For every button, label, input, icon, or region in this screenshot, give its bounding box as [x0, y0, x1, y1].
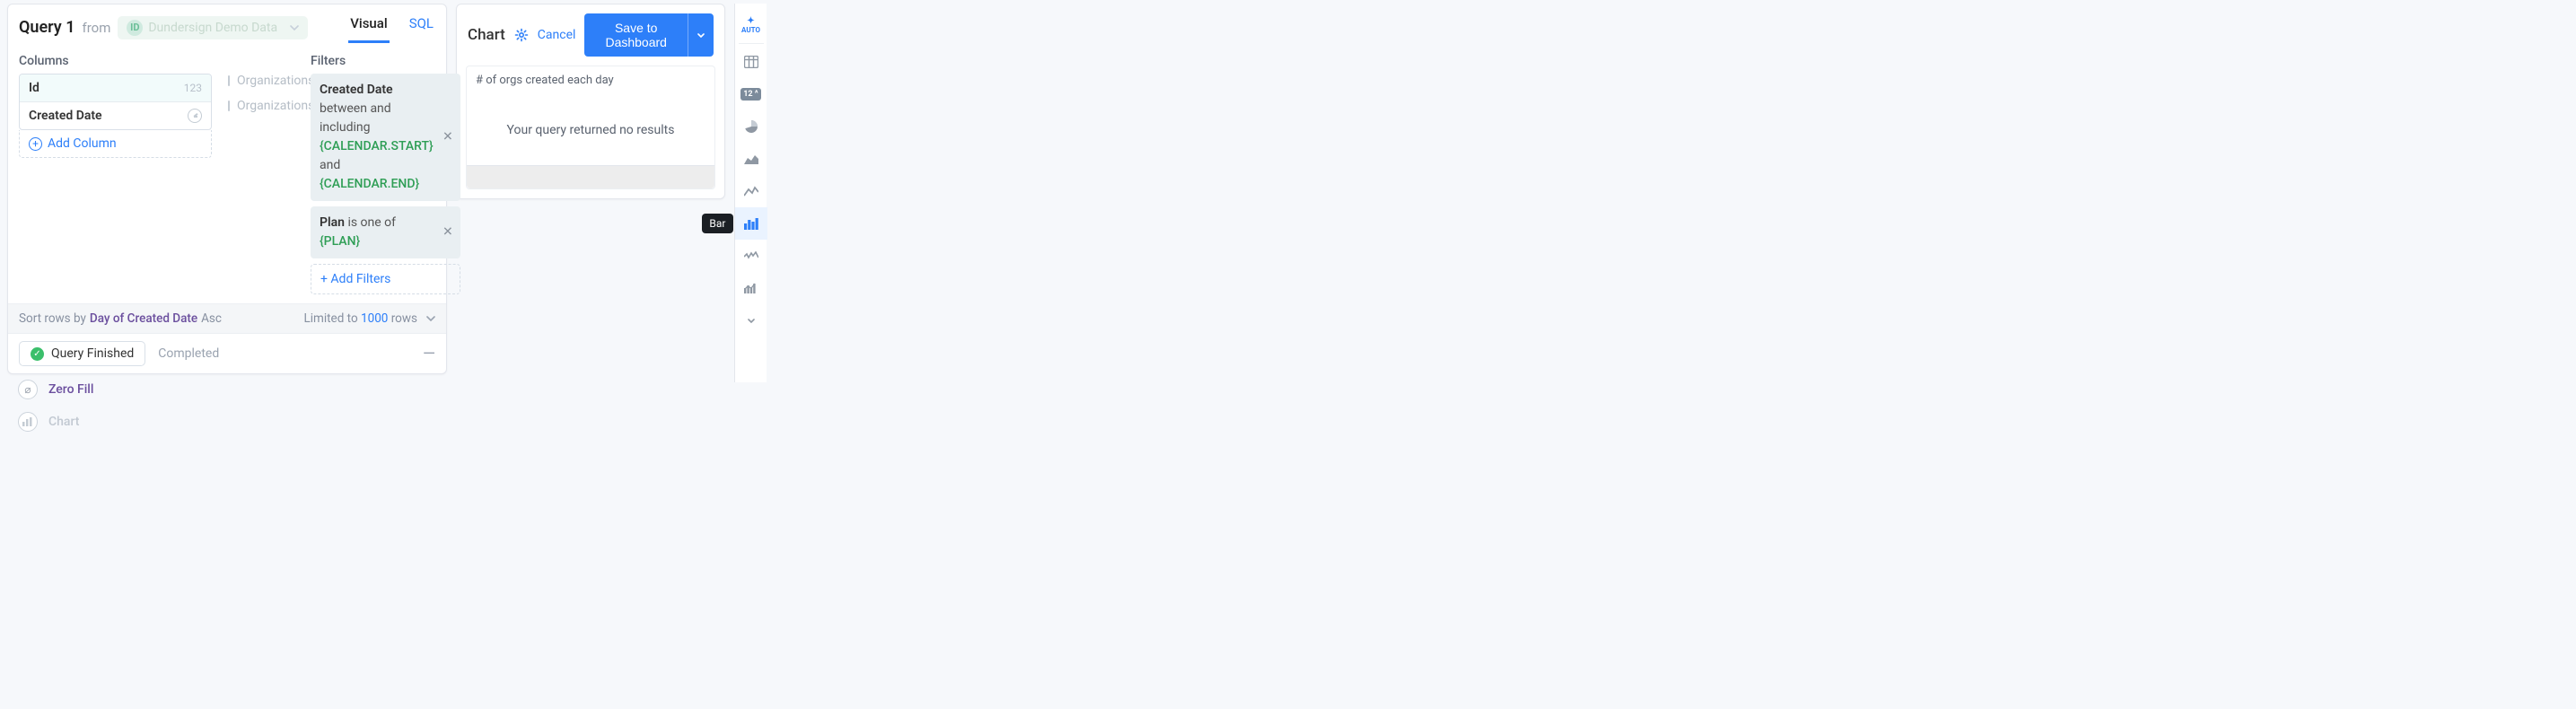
columns-table: Id 123 Created Date	[19, 74, 212, 130]
query-header: Query 1 from ID Dundersign Demo Data Vis…	[8, 4, 446, 48]
filter-field: Created Date	[320, 83, 393, 97]
rail-auto[interactable]: ✦AUTO	[735, 9, 767, 41]
filter-created-date[interactable]: Created Date between and including {CALE…	[311, 74, 460, 201]
sort-lead: Sort rows by	[19, 311, 86, 326]
cancel-button[interactable]: Cancel	[538, 28, 576, 42]
zero-fill-icon: ⌀	[18, 380, 38, 399]
chart-footer	[467, 165, 714, 188]
data-source-chip[interactable]: ID Dundersign Demo Data	[118, 16, 308, 39]
status-pill-label: Query Finished	[51, 346, 134, 361]
status-text: Completed	[158, 346, 219, 361]
save-dropdown-button[interactable]	[688, 13, 714, 57]
badge-12: 12 ^	[740, 88, 761, 101]
chart-panel: Chart Cancel Save to Dashboard # of orgs…	[456, 4, 725, 199]
gear-icon[interactable]	[514, 28, 529, 42]
tab-sql[interactable]: SQL	[407, 12, 435, 43]
column-row-id[interactable]: Id 123	[20, 74, 211, 102]
rail-auto-label: AUTO	[741, 27, 760, 34]
save-to-dashboard-button: Save to Dashboard	[584, 13, 714, 57]
pipeline-steps: ⌀ Zero Fill Chart	[18, 380, 447, 432]
check-icon: ✓	[31, 347, 44, 361]
plus-icon: +	[29, 137, 42, 151]
sparkle-icon: ✦	[747, 17, 754, 26]
data-source-avatar: ID	[127, 20, 143, 36]
step-chart[interactable]: Chart	[18, 412, 447, 432]
tooltip-bar: Bar	[702, 214, 732, 233]
editor-tabs: Visual SQL	[348, 12, 435, 43]
rail-line-icon[interactable]	[735, 175, 767, 207]
filter-operator: is one of	[347, 215, 396, 230]
remove-filter-icon[interactable]: ✕	[442, 128, 453, 147]
rail-more-icon[interactable]	[735, 304, 767, 337]
step-label: Zero Fill	[48, 382, 93, 397]
step-label: Chart	[48, 415, 79, 429]
clock-icon	[188, 109, 202, 123]
rail-spark-line-icon[interactable]	[735, 240, 767, 272]
filter-joiner: and	[320, 158, 340, 172]
columns-header: Columns	[19, 54, 212, 68]
rail-table-icon[interactable]	[735, 46, 767, 78]
chart-empty-message: Your query returned no results	[467, 94, 714, 165]
chart-title: Chart	[468, 26, 505, 44]
save-button[interactable]: Save to Dashboard	[584, 13, 688, 57]
table-icon	[228, 101, 230, 111]
add-column-button[interactable]: + Add Column	[19, 130, 212, 158]
status-bar: ✓ Query Finished Completed —	[8, 334, 446, 373]
rail-bar-icon[interactable]: Bar	[735, 207, 767, 240]
sort-direction[interactable]: Asc	[201, 311, 222, 326]
step-zero-fill[interactable]: ⌀ Zero Fill	[18, 380, 447, 399]
rail-single-value-icon[interactable]: 12 ^	[735, 78, 767, 110]
query-title: Query 1	[19, 18, 74, 37]
filter-param: {CALENDAR.END}	[320, 177, 419, 191]
column-sources: Organizations Organizations	[228, 74, 300, 294]
data-source-name: Dundersign Demo Data	[148, 21, 277, 35]
limit-value[interactable]: 1000	[361, 311, 388, 326]
remove-filter-icon[interactable]: ✕	[442, 223, 453, 242]
filter-param: {PLAN}	[320, 234, 360, 249]
collapse-icon[interactable]: —	[423, 345, 435, 363]
filter-operator: between and including	[320, 101, 391, 135]
filter-param: {CALENDAR.START}	[320, 139, 434, 153]
column-row-created-date[interactable]: Created Date	[20, 102, 211, 129]
filter-plan[interactable]: Plan is one of {PLAN} ✕	[311, 206, 460, 258]
query-status-pill[interactable]: ✓ Query Finished	[19, 341, 145, 366]
chart-caption: # of orgs created each day	[467, 66, 714, 94]
chevron-down-icon[interactable]	[426, 316, 435, 321]
sort-value[interactable]: Day of Created Date	[90, 311, 197, 326]
column-name: Id	[29, 81, 39, 95]
add-filter-button[interactable]: + Add Filters	[311, 264, 460, 294]
rail-pie-icon[interactable]	[735, 110, 767, 143]
tab-visual[interactable]: Visual	[348, 12, 389, 43]
rail-area-icon[interactable]	[735, 143, 767, 175]
chart-type-rail: ✦AUTO 12 ^ Bar	[734, 4, 767, 382]
chevron-down-icon	[290, 25, 299, 31]
add-column-label: Add Column	[48, 136, 117, 151]
chart-header: Chart Cancel Save to Dashboard	[457, 4, 724, 66]
column-type-number: 123	[184, 82, 202, 94]
chart-body: # of orgs created each day Your query re…	[466, 66, 715, 189]
bar-chart-icon	[18, 412, 38, 432]
query-panel: Query 1 from ID Dundersign Demo Data Vis…	[7, 4, 447, 374]
column-name: Created Date	[29, 109, 102, 123]
sort-bar: Sort rows by Day of Created Date Asc Lim…	[8, 303, 446, 334]
filters-header: Filters	[311, 54, 460, 68]
limit-text: Limited to 1000 rows	[303, 311, 417, 326]
column-source-label: Organizations	[237, 74, 314, 88]
from-label: from	[82, 20, 110, 36]
add-filter-label: + Add Filters	[320, 272, 390, 286]
rail-spark-bar-icon[interactable]	[735, 272, 767, 304]
column-source-label: Organizations	[237, 99, 314, 113]
column-source[interactable]: Organizations	[228, 99, 300, 113]
filter-field: Plan	[320, 215, 345, 230]
column-source[interactable]: Organizations	[228, 74, 300, 88]
table-icon	[228, 75, 230, 86]
